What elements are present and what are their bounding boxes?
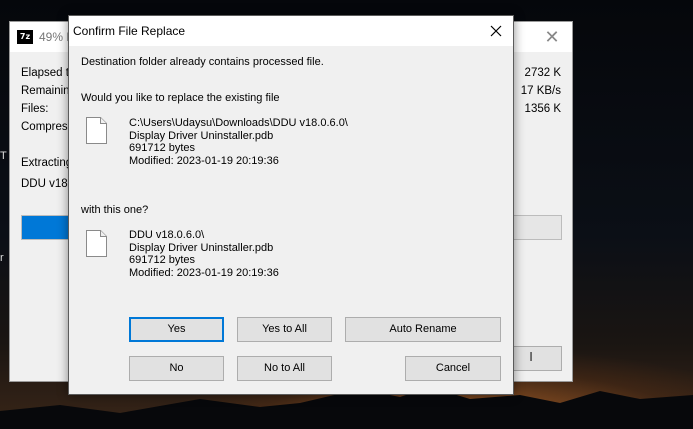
existing-file-name: Display Driver Uninstaller.pdb (129, 129, 274, 142)
new-file-icon (86, 230, 107, 257)
replace-question: Would you like to replace the existing f… (81, 92, 280, 104)
with-this-one-label: with this one? (81, 204, 149, 216)
new-file-path: DDU v18.0.6.0\ (129, 229, 205, 241)
desktop-fragment-t: T (0, 150, 7, 162)
dialog-close-button[interactable] (479, 16, 513, 46)
existing-file-icon (86, 117, 107, 144)
dialog-title: Confirm File Replace (73, 24, 186, 38)
existing-file-info: C:\Users\Udaysu\Downloads\DDU v18.0.6.0\… (129, 117, 348, 167)
speed-value: 17 KB/s (520, 85, 561, 97)
desktop-fragment-r: r (0, 252, 4, 264)
yes-to-all-button[interactable]: Yes to All (237, 317, 332, 342)
7zip-app-icon: 7z (17, 30, 33, 44)
existing-file-path: C:\Users\Udaysu\Downloads\DDU v18.0.6.0\ (129, 117, 348, 129)
dialog-titlebar: Confirm File Replace (69, 16, 513, 46)
size-value: 2732 K (524, 67, 561, 79)
no-button[interactable]: No (129, 356, 224, 381)
extracting-label: Extracting (21, 157, 73, 169)
close-icon (490, 25, 502, 37)
existing-file-modified: Modified: 2023-01-19 20:19:36 (129, 154, 279, 167)
confirm-file-replace-dialog: Confirm File Replace Destination folder … (68, 15, 514, 395)
current-file-label: DDU v18. (21, 178, 71, 190)
yes-button[interactable]: Yes (129, 317, 224, 342)
dialog-message: Destination folder already contains proc… (81, 56, 324, 68)
new-file-modified: Modified: 2023-01-19 20:19:36 (129, 266, 279, 279)
progress-window-close-icon[interactable]: ✕ (542, 27, 562, 47)
cancel-button[interactable]: Cancel (405, 356, 501, 381)
new-file-info: DDU v18.0.6.0\ Display Driver Uninstalle… (129, 229, 279, 279)
files-label: Files: (21, 103, 49, 115)
packed-size-value: 1356 K (524, 103, 561, 115)
existing-file-size: 691712 bytes (129, 142, 196, 154)
new-file-name: Display Driver Uninstaller.pdb (129, 241, 274, 254)
new-file-size: 691712 bytes (129, 254, 196, 266)
auto-rename-button[interactable]: Auto Rename (345, 317, 501, 342)
no-to-all-button[interactable]: No to All (237, 356, 332, 381)
